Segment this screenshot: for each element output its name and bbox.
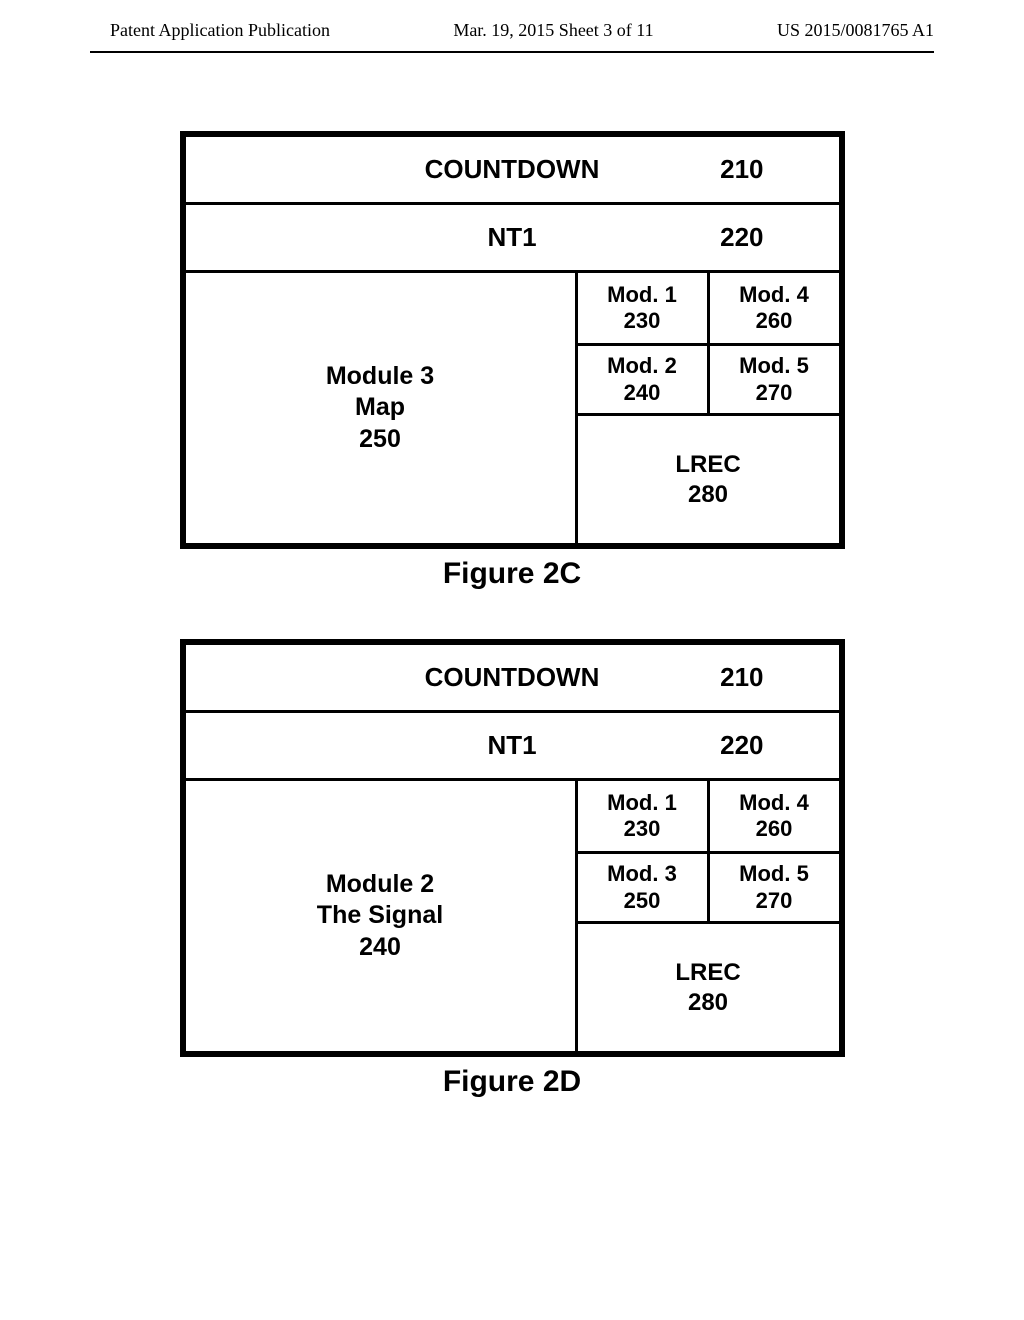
mod-label: Mod. 1 [607, 282, 677, 308]
countdown-label: COUNTDOWN [425, 154, 600, 185]
mod-num: 260 [756, 308, 793, 334]
nt1-label: NT1 [487, 730, 536, 761]
lrec-num: 280 [688, 480, 728, 510]
mod-label: Mod. 3 [607, 861, 677, 887]
nt1-num: 220 [720, 730, 763, 761]
mod-label: Mod. 5 [739, 353, 809, 379]
lrec-label: LREC [675, 958, 740, 988]
mod-num: 230 [624, 308, 661, 334]
mod-num: 230 [624, 816, 661, 842]
mod-label: Mod. 5 [739, 861, 809, 887]
nt1-num: 220 [720, 222, 763, 253]
mod-1-cell: Mod. 1 230 [578, 781, 710, 851]
module-2-signal-panel: Module 2 The Signal 240 [186, 781, 578, 1051]
countdown-row: COUNTDOWN 210 [186, 645, 839, 710]
mod-4-cell: Mod. 4 260 [710, 273, 839, 343]
nt1-row: NT1 220 [186, 205, 839, 270]
module-3-map-panel: Module 3 Map 250 [186, 273, 578, 543]
mod-row: Mod. 3 250 Mod. 5 270 [578, 851, 839, 921]
mod-row: Mod. 1 230 Mod. 4 260 [578, 273, 839, 343]
header-right: US 2015/0081765 A1 [777, 20, 934, 41]
mod-label: Mod. 1 [607, 790, 677, 816]
mod-1-cell: Mod. 1 230 [578, 273, 710, 343]
mod-num: 250 [624, 888, 661, 914]
right-panel: Mod. 1 230 Mod. 4 260 Mod. 3 250 Mod. 5 [578, 781, 839, 1051]
figure-2d-container: COUNTDOWN 210 NT1 220 Module 2 The Signa… [0, 639, 1024, 1099]
left-line2: Map [355, 392, 405, 423]
mod-num: 260 [756, 816, 793, 842]
lrec-cell: LREC 280 [578, 413, 839, 543]
left-line3: 250 [359, 424, 401, 455]
mod-4-cell: Mod. 4 260 [710, 781, 839, 851]
countdown-num: 210 [720, 154, 763, 185]
mod-row: Mod. 2 240 Mod. 5 270 [578, 343, 839, 413]
mod-label: Mod. 2 [607, 353, 677, 379]
figure-2c-caption: Figure 2C [443, 557, 581, 591]
lrec-cell: LREC 280 [578, 921, 839, 1051]
left-line1: Module 3 [326, 361, 434, 392]
figure-2c-container: COUNTDOWN 210 NT1 220 Module 3 Map 250 M… [0, 131, 1024, 591]
mod-5-cell: Mod. 5 270 [710, 346, 839, 413]
nt1-label: NT1 [487, 222, 536, 253]
mod-3-cell: Mod. 3 250 [578, 854, 710, 921]
mod-num: 240 [624, 380, 661, 406]
lrec-label: LREC [675, 450, 740, 480]
figure-2d-diagram: COUNTDOWN 210 NT1 220 Module 2 The Signa… [180, 639, 845, 1057]
mod-2-cell: Mod. 2 240 [578, 346, 710, 413]
left-line3: 240 [359, 932, 401, 963]
figure-2c-diagram: COUNTDOWN 210 NT1 220 Module 3 Map 250 M… [180, 131, 845, 549]
countdown-label: COUNTDOWN [425, 662, 600, 693]
mod-label: Mod. 4 [739, 282, 809, 308]
lrec-num: 280 [688, 988, 728, 1018]
figure-2d-caption: Figure 2D [443, 1065, 581, 1099]
main-area: Module 3 Map 250 Mod. 1 230 Mod. 4 260 [186, 273, 839, 543]
mod-5-cell: Mod. 5 270 [710, 854, 839, 921]
main-area: Module 2 The Signal 240 Mod. 1 230 Mod. … [186, 781, 839, 1051]
mod-label: Mod. 4 [739, 790, 809, 816]
left-line2: The Signal [317, 900, 443, 931]
page-header: Patent Application Publication Mar. 19, … [0, 0, 1024, 51]
header-center: Mar. 19, 2015 Sheet 3 of 11 [453, 20, 653, 41]
mod-row: Mod. 1 230 Mod. 4 260 [578, 781, 839, 851]
countdown-num: 210 [720, 662, 763, 693]
nt1-row: NT1 220 [186, 713, 839, 778]
header-left: Patent Application Publication [110, 20, 330, 41]
left-line1: Module 2 [326, 869, 434, 900]
mod-num: 270 [756, 380, 793, 406]
mod-num: 270 [756, 888, 793, 914]
right-panel: Mod. 1 230 Mod. 4 260 Mod. 2 240 Mod. 5 [578, 273, 839, 543]
countdown-row: COUNTDOWN 210 [186, 137, 839, 202]
header-divider [90, 51, 934, 53]
